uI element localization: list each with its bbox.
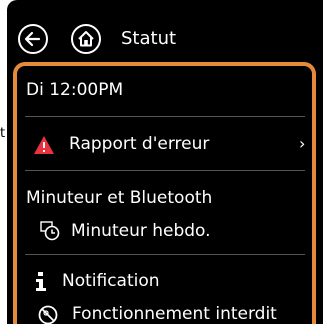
home-button[interactable] [71, 24, 101, 54]
weekly-timer-icon [40, 221, 60, 241]
page-title: Statut [121, 28, 177, 49]
operation-forbidden-label: Fonctionnement interdit [72, 304, 277, 324]
back-arrow-icon [24, 31, 41, 47]
prohibited-icon [38, 305, 58, 324]
status-panel: Di 12:00PM Rapport d'erreur › Minuteur e… [13, 62, 316, 324]
warning-triangle-icon [34, 136, 54, 154]
back-button[interactable] [18, 24, 48, 54]
notification-label: Notification [62, 271, 160, 291]
edge-glyph: t [0, 126, 6, 141]
divider [25, 116, 305, 117]
weekly-timer-label: Minuteur hebdo. [71, 221, 211, 241]
header-bar: Statut [7, 0, 323, 62]
divider [25, 254, 305, 255]
info-icon [36, 272, 46, 291]
error-report-row[interactable]: Rapport d'erreur › [25, 134, 312, 158]
divider [25, 170, 305, 171]
chevron-right-icon: › [299, 134, 306, 153]
timer-bluetooth-heading: Minuteur et Bluetooth [26, 188, 213, 208]
datetime-text: Di 12:00PM [26, 80, 124, 100]
home-icon [78, 31, 94, 47]
device-screen: Statut Di 12:00PM Rapport d'erreur › Min… [7, 0, 323, 324]
error-report-label: Rapport d'erreur [69, 134, 210, 154]
